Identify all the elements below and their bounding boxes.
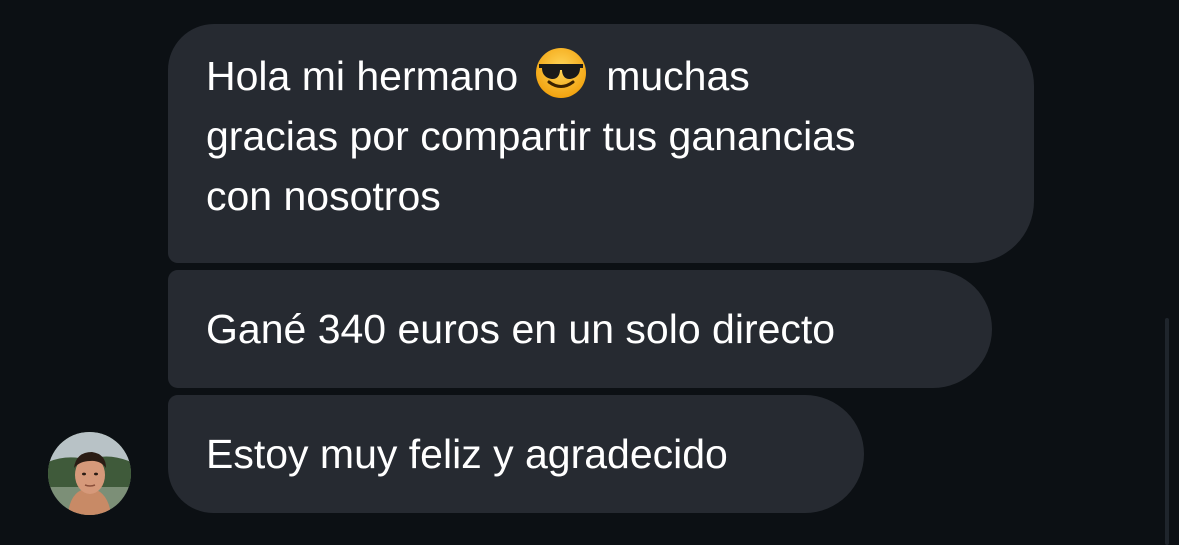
message-text: Hola mi hermano: [206, 53, 519, 99]
chat-thread: Hola mi hermano muchas gracias por compa…: [0, 0, 1179, 545]
message-text: Estoy muy feliz y agradecido: [206, 431, 728, 477]
message-text: muchas: [606, 53, 750, 99]
message-line: con nosotros: [206, 173, 441, 219]
message-text: Gané 340 euros en un solo directo: [206, 306, 836, 352]
profile-photo-icon: [48, 432, 131, 515]
smiling-face-with-sunglasses-icon: [536, 48, 587, 98]
message-bubble[interactable]: Gané 340 euros en un solo directo: [168, 270, 992, 388]
message-bubble[interactable]: Estoy muy feliz y agradecido: [168, 395, 864, 513]
message-line: Hola mi hermano muchas: [206, 46, 996, 106]
message-line: gracias por compartir tus ganancias: [206, 113, 856, 159]
avatar[interactable]: [48, 432, 131, 515]
message-bubble[interactable]: Hola mi hermano muchas gracias por compa…: [168, 24, 1034, 263]
scrollbar[interactable]: [1165, 318, 1169, 545]
